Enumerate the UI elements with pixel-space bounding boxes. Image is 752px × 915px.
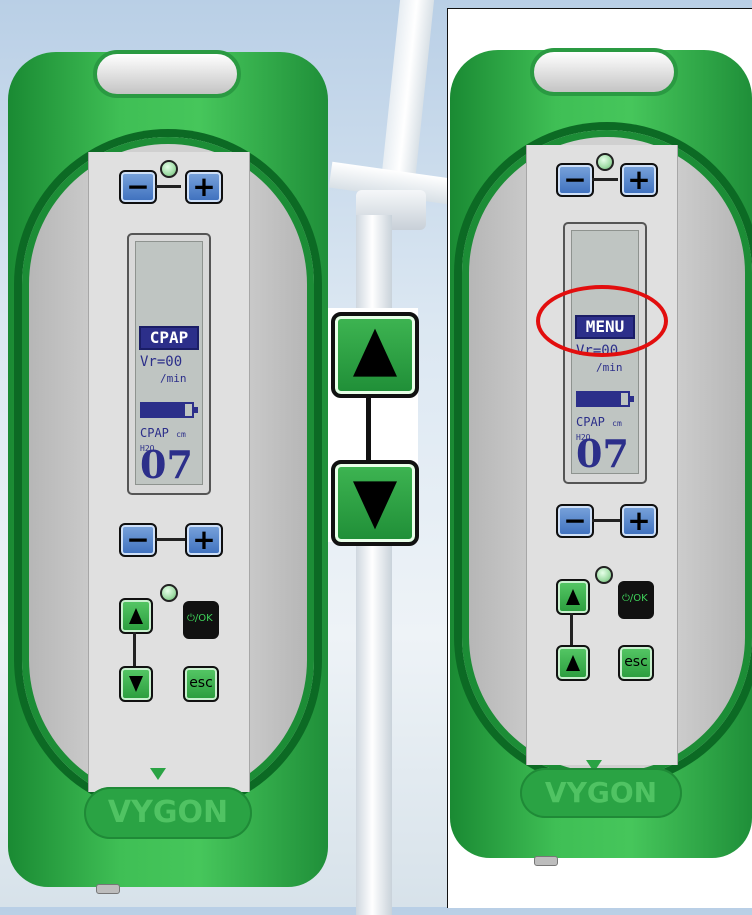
big-down-button[interactable]: [331, 460, 419, 546]
lcd-screen: CPAP Vr=00 /min CPAP cm H2O 07: [135, 241, 203, 487]
battery-fill: [142, 404, 185, 416]
esc-button[interactable]: esc: [618, 645, 654, 681]
increase-button[interactable]: +: [620, 163, 658, 197]
up-button[interactable]: [556, 579, 590, 615]
lcd-pressure-value: 07: [576, 431, 629, 476]
button-link: [592, 519, 620, 522]
button-link: [155, 185, 181, 188]
button-link: [592, 178, 618, 181]
lcd-pressure-value: 07: [140, 442, 193, 487]
navigation-buttons-zoom: [328, 308, 419, 546]
button-link: [133, 632, 136, 666]
lcd-vr-readout: Vr=00 /min: [140, 354, 187, 385]
brand-text: VYGON: [107, 795, 229, 830]
power-ok-button[interactable]: ⏻/OK: [618, 581, 654, 619]
decrease-button[interactable]: −: [556, 504, 594, 538]
menu-highlight-circle: [536, 285, 668, 357]
up-button[interactable]: [556, 645, 590, 681]
battery-cap: [194, 407, 198, 413]
battery-indicator: [576, 391, 634, 407]
device-connector: [534, 856, 558, 866]
up-arrow-icon: [129, 608, 143, 624]
status-led: [160, 160, 178, 178]
up-arrow-icon: [566, 655, 580, 671]
increase-button[interactable]: +: [185, 523, 223, 557]
lcd-vr-unit: /min: [596, 361, 623, 374]
up-arrow-icon: [566, 589, 580, 605]
status-led: [595, 566, 613, 584]
button-link: [570, 613, 573, 645]
up-button[interactable]: [119, 598, 153, 634]
device-handle: [93, 50, 241, 98]
button-link: [366, 396, 371, 460]
up-arrow-icon: [353, 328, 397, 377]
brand-text: VYGON: [544, 776, 658, 809]
increase-button[interactable]: +: [185, 170, 223, 204]
esc-button[interactable]: esc: [183, 666, 219, 702]
increase-button[interactable]: +: [620, 504, 658, 538]
lcd-vr-unit: /min: [160, 372, 187, 385]
status-led: [596, 153, 614, 171]
decrease-button[interactable]: −: [119, 523, 157, 557]
power-ok-button[interactable]: ⏻/OK: [183, 601, 219, 639]
device-connector: [96, 884, 120, 894]
power-icon: ⏻/OK: [187, 613, 213, 624]
down-arrow-icon: [353, 481, 397, 530]
down-arrow-icon: [129, 676, 143, 692]
battery-indicator: [140, 402, 198, 418]
battery-cap: [630, 396, 634, 402]
button-link: [155, 538, 185, 541]
brand-logo: VYGON: [520, 768, 682, 818]
lcd-display: CPAP Vr=00 /min CPAP cm H2O 07: [127, 233, 211, 495]
decrease-button[interactable]: −: [556, 163, 594, 197]
power-icon: ⏻/OK: [622, 593, 648, 604]
battery-fill: [578, 393, 621, 405]
status-led: [160, 584, 178, 602]
down-button[interactable]: [119, 666, 153, 702]
decrease-button[interactable]: −: [119, 170, 157, 204]
lcd-mode-title: CPAP: [139, 326, 199, 350]
big-up-button[interactable]: [331, 312, 419, 398]
device-handle: [530, 48, 678, 96]
brand-logo-mark: [150, 768, 166, 780]
brand-logo: VYGON: [84, 787, 252, 839]
